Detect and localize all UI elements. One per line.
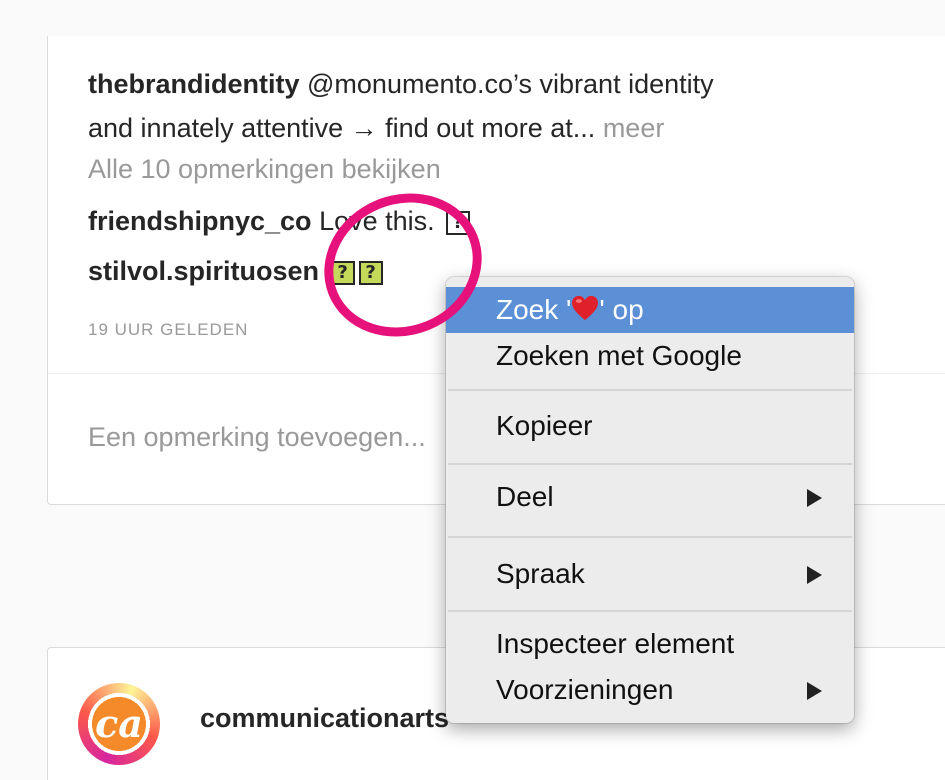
caption-text-line1: @monumento.co’s vibrant identity <box>299 69 714 99</box>
menu-separator <box>448 463 852 465</box>
menu-separator <box>448 536 852 538</box>
menu-item-label: Voorzieningen <box>496 674 674 705</box>
caption-username[interactable]: thebrandidentity <box>88 69 300 99</box>
menu-separator <box>448 389 852 391</box>
menu-item-speech[interactable]: Spraak <box>446 551 854 597</box>
menu-item-search-google[interactable]: Zoeken met Google <box>446 333 854 379</box>
add-comment-input[interactable]: Een opmerking toevoegen... <box>88 422 448 453</box>
caption-text-line2: and innately attentive → find out more a… <box>88 113 596 143</box>
menu-item-copy[interactable]: Kopieer <box>446 403 854 449</box>
caption-more-link[interactable]: meer <box>603 113 665 143</box>
menu-item-label: Deel <box>496 481 554 512</box>
menu-item-label: Kopieer <box>496 410 593 441</box>
post-timestamp: 19 UUR GELEDEN <box>88 320 249 339</box>
menu-item-lookup[interactable]: Zoek ' ' op <box>446 287 854 333</box>
heart-emoji-icon <box>572 295 599 321</box>
menu-item-inspect-element[interactable]: Inspecteer element <box>446 621 854 667</box>
avatar-logo: ca <box>95 701 143 746</box>
menu-item-label: Zoek ' ' op <box>496 294 644 326</box>
submenu-arrow-icon <box>807 489 822 507</box>
submenu-arrow-icon <box>807 566 822 584</box>
menu-item-label: Inspecteer element <box>496 628 735 659</box>
view-all-comments-link[interactable]: Alle 10 opmerkingen bekijken <box>88 154 441 185</box>
menu-item-label: Spraak <box>496 558 585 589</box>
next-post-username[interactable]: communicationarts <box>200 703 449 734</box>
menu-item-label-suffix: ' op <box>599 294 644 325</box>
menu-separator <box>448 610 852 612</box>
menu-item-share[interactable]: Deel <box>446 474 854 520</box>
menu-item-label: Zoeken met Google <box>496 340 742 371</box>
post-caption: thebrandidentity @monumento.co’s vibrant… <box>88 62 888 150</box>
comment-username[interactable]: friendshipnyc_co <box>88 206 312 236</box>
avatar[interactable]: ca <box>78 683 160 765</box>
comment-username[interactable]: stilvol.spirituosen <box>88 256 319 286</box>
screenshot: thebrandidentity @monumento.co’s vibrant… <box>0 0 945 780</box>
menu-item-services[interactable]: Voorzieningen <box>446 667 854 713</box>
submenu-arrow-icon <box>807 682 822 700</box>
context-menu: Zoek ' ' op Zoeken met Google Kopieer Dee… <box>446 277 854 723</box>
menu-item-label-prefix: Zoek ' <box>496 294 572 325</box>
